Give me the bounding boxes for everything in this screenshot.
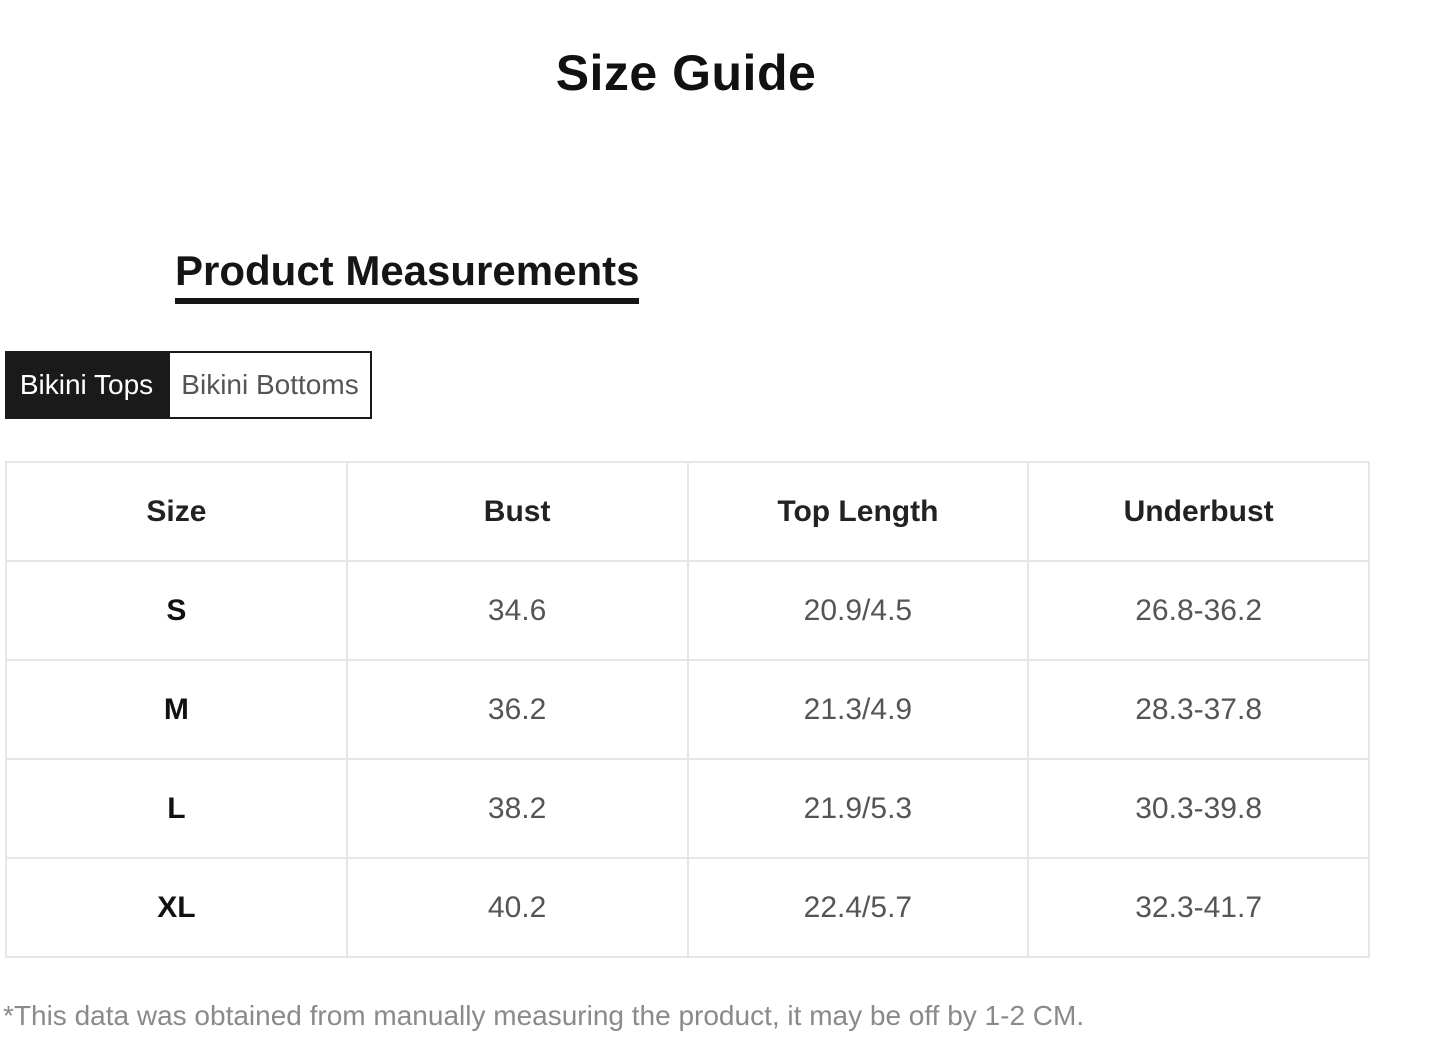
size-table: Size Bust Top Length Underbust S 34.6 20…	[5, 461, 1370, 958]
underbust-cell: 28.3-37.8	[1027, 659, 1370, 760]
table-row: S 34.6 20.9/4.5 26.8-36.2	[5, 560, 1370, 661]
size-cell: L	[5, 758, 348, 859]
bust-cell: 34.6	[345, 560, 689, 661]
underbust-cell: 26.8-36.2	[1027, 560, 1370, 661]
section-title: Product Measurements	[175, 247, 640, 305]
bust-cell: 38.2	[345, 758, 689, 859]
header-top-length: Top Length	[686, 461, 1030, 562]
top-length-cell: 21.9/5.3	[686, 758, 1030, 859]
header-bust: Bust	[345, 461, 689, 562]
table-row: L 38.2 21.9/5.3 30.3-39.8	[5, 758, 1370, 859]
table-header-row: Size Bust Top Length Underbust	[5, 461, 1370, 562]
table-row: XL 40.2 22.4/5.7 32.3-41.7	[5, 857, 1370, 958]
table-row: M 36.2 21.3/4.9 28.3-37.8	[5, 659, 1370, 760]
top-length-cell: 21.3/4.9	[686, 659, 1030, 760]
header-underbust: Underbust	[1027, 461, 1370, 562]
measurement-footnote: *This data was obtained from manually me…	[3, 1000, 1085, 1031]
underbust-cell: 32.3-41.7	[1027, 857, 1370, 958]
top-length-cell: 22.4/5.7	[686, 857, 1030, 958]
bust-cell: 36.2	[345, 659, 689, 760]
underbust-cell: 30.3-39.8	[1027, 758, 1370, 859]
bust-cell: 40.2	[345, 857, 689, 958]
header-size: Size	[5, 461, 348, 562]
size-tabs: Bikini Tops Bikini Bottoms	[5, 351, 372, 419]
size-cell: S	[5, 560, 348, 661]
tab-bikini-bottoms[interactable]: Bikini Bottoms	[168, 351, 372, 419]
size-cell: XL	[5, 857, 348, 958]
top-length-cell: 20.9/4.5	[686, 560, 1030, 661]
size-cell: M	[5, 659, 348, 760]
tab-bikini-tops[interactable]: Bikini Tops	[5, 351, 168, 419]
page-title: Size Guide	[555, 45, 817, 101]
